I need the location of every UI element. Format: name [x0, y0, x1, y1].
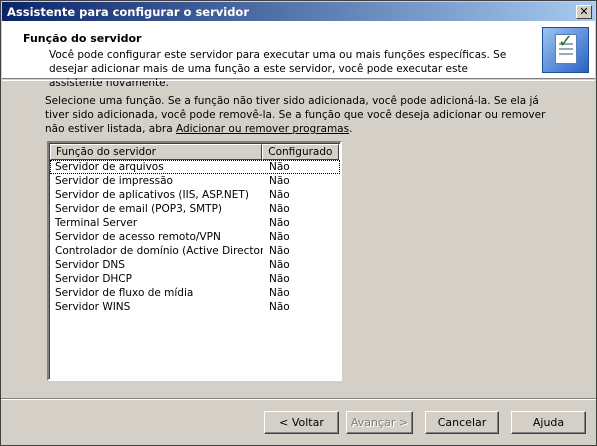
role-name-cell: Servidor de arquivos — [55, 161, 164, 173]
table-row[interactable]: Servidor de acesso remoto/VPN Não — [50, 230, 340, 244]
header-divider — [2, 80, 595, 81]
table-row[interactable]: Servidor WINS Não — [50, 300, 340, 314]
configured-cell: Não — [269, 203, 290, 215]
configured-cell: Não — [269, 175, 290, 187]
role-name-cell: Servidor DNS — [55, 259, 125, 271]
table-row[interactable]: Servidor de email (POP3, SMTP) Não — [50, 202, 340, 216]
wizard-checklist-icon: ✓ — [542, 27, 589, 73]
table-row[interactable]: Servidor DHCP Não — [50, 272, 340, 286]
close-button[interactable]: ✕ — [576, 4, 592, 19]
configured-cell: Não — [269, 231, 290, 243]
table-row[interactable]: Servidor DNS Não — [50, 258, 340, 272]
configured-cell: Não — [269, 189, 290, 201]
wizard-window: Assistente para configurar o servidor ✕ … — [0, 0, 597, 446]
configured-cell: Não — [269, 217, 290, 229]
list-rows: Servidor de arquivos Não Servidor de impre… — [50, 160, 340, 314]
role-name-cell: Servidor WINS — [55, 301, 131, 313]
table-row[interactable]: Servidor de fluxo de mídia Não — [50, 286, 340, 300]
configured-cell: Não — [269, 287, 290, 299]
table-row[interactable]: Servidor de arquivos Não — [50, 160, 340, 174]
add-remove-programs-link[interactable]: Adicionar ou remover programas — [176, 123, 349, 135]
table-row[interactable]: Controlador de domínio (Active Directory… — [50, 244, 340, 258]
configured-cell: Não — [269, 245, 290, 257]
help-button[interactable]: Ajuda — [511, 411, 586, 434]
role-name-cell: Servidor de acesso remoto/VPN — [55, 231, 221, 243]
configured-cell: Não — [269, 273, 290, 285]
page-title: Função do servidor — [23, 32, 142, 45]
configured-cell: Não — [269, 161, 290, 173]
role-name-cell: Controlador de domínio (Active Directory… — [55, 245, 263, 257]
page-description: Você pode configurar este servidor para … — [49, 49, 507, 89]
list-header: Função do servidor Configurado — [50, 144, 339, 160]
server-roles-list[interactable]: Função do servidor Configurado Servidor … — [47, 141, 342, 381]
table-row[interactable]: Servidor de impressão Não — [50, 174, 340, 188]
instructions-suffix: . — [349, 123, 353, 135]
configured-cell: Não — [269, 259, 290, 271]
role-name-cell: Servidor de email (POP3, SMTP) — [55, 203, 223, 215]
close-icon: ✕ — [579, 5, 589, 18]
configured-cell: Não — [269, 301, 290, 313]
role-name-cell: Servidor DHCP — [55, 273, 132, 285]
table-row[interactable]: Servidor de aplicativos (IIS, ASP.NET) Nã… — [50, 188, 340, 202]
role-name-cell: Servidor de fluxo de mídia — [55, 287, 194, 299]
role-name-cell: Servidor de impressão — [55, 175, 173, 187]
instructions-text: Selecione uma função. Se a função não ti… — [45, 94, 565, 136]
cancel-button[interactable]: Cancelar — [425, 411, 499, 434]
footer-divider — [1, 398, 596, 400]
window-title: Assistente para configurar o servidor — [7, 4, 250, 19]
column-header-role[interactable]: Função do servidor — [50, 144, 263, 160]
wizard-header: Função do servidor Você pode configurar … — [2, 21, 595, 89]
next-button[interactable]: Avançar > — [346, 411, 413, 434]
checkmark-icon: ✓ — [558, 31, 574, 52]
role-name-cell: Servidor de aplicativos (IIS, ASP.NET) — [55, 189, 249, 201]
column-header-configured[interactable]: Configurado — [262, 144, 339, 160]
role-name-cell: Terminal Server — [55, 217, 138, 229]
table-row[interactable]: Terminal Server Não — [50, 216, 340, 230]
title-bar[interactable]: Assistente para configurar o servidor ✕ — [2, 2, 595, 21]
back-button[interactable]: < Voltar — [264, 411, 339, 434]
